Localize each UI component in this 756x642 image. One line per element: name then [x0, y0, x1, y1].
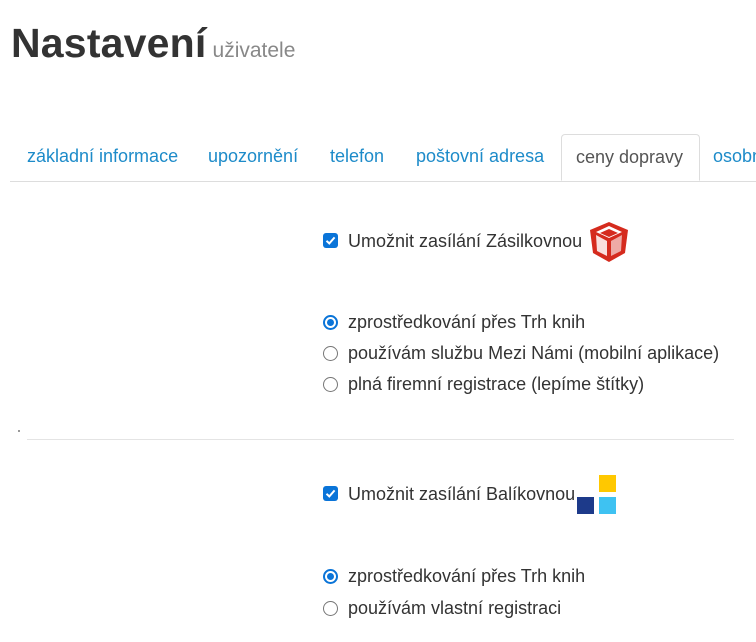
- zasilkovna-option-radio[interactable]: [323, 315, 338, 330]
- page-title: Nastavení: [11, 20, 207, 66]
- zasilkovna-option-radio[interactable]: [323, 346, 338, 361]
- zasilkovna-enable-checkbox[interactable]: [323, 233, 338, 248]
- balikovna-option-radio[interactable]: [323, 569, 338, 584]
- tab-osobni[interactable]: osobn: [713, 134, 756, 180]
- settings-tabs: základní informace upozornění telefon po…: [10, 134, 756, 182]
- balikovna-option-label: zprostředkování přes Trh knih: [348, 566, 586, 586]
- balikovna-enable-checkbox[interactable]: [323, 486, 338, 501]
- page-subtitle: uživatele: [212, 39, 296, 62]
- tab-ceny-dopravy[interactable]: ceny dopravy: [561, 134, 701, 181]
- tab-upozorneni[interactable]: upozornění: [208, 134, 298, 180]
- tab-zakladni-informace[interactable]: základní informace: [27, 134, 178, 180]
- section-divider: [27, 439, 734, 440]
- zasilkovna-option-radio[interactable]: [323, 377, 338, 392]
- balikovna-option-label: používám vlastní registraci: [348, 598, 562, 618]
- balikovna-enable-label: Umožnit zasílání Balíkovnou: [348, 484, 576, 504]
- zasilkovna-option-label: používám službu Mezi Námi (mobilní aplik…: [348, 343, 720, 363]
- checkbox-check-icon: [325, 236, 336, 245]
- tab-postovni-adresa[interactable]: poštovní adresa: [416, 134, 544, 180]
- zasilkovna-enable-label: Umožnit zasílání Zásilkovnou: [348, 231, 583, 251]
- stray-dot: [18, 430, 20, 432]
- checkbox-check-icon: [325, 489, 336, 498]
- zasilkovna-option-label: plná firemní registrace (lepíme štítky): [348, 374, 645, 394]
- balikovna-option-radio[interactable]: [323, 601, 338, 616]
- zasilkovna-option-label: zprostředkování přes Trh knih: [348, 312, 586, 332]
- balikovna-logo-icon: [576, 475, 618, 517]
- page-header: Nastavení uživatele: [11, 20, 295, 67]
- zasilkovna-logo-icon: [590, 222, 628, 262]
- tab-telefon[interactable]: telefon: [330, 134, 384, 180]
